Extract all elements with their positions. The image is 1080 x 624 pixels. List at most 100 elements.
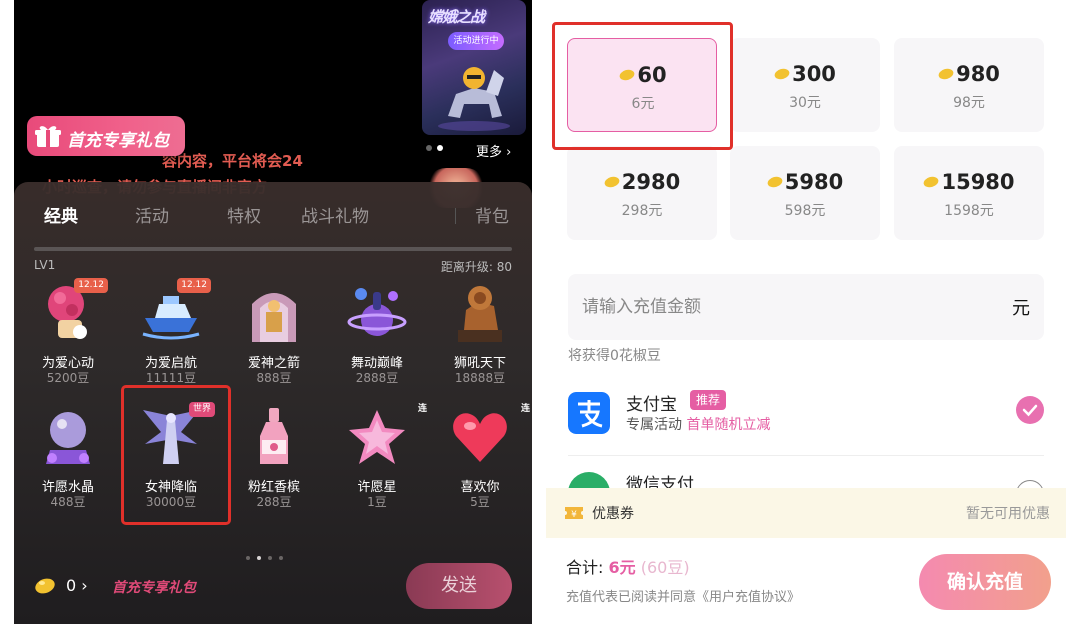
svg-text:¥: ¥ xyxy=(571,510,577,520)
custom-amount-box: 元 xyxy=(568,274,1044,340)
gift-item[interactable]: 连 喜欢你 5豆 xyxy=(430,404,530,536)
amount-price: 598元 xyxy=(784,203,826,219)
gift-price: 5200豆 xyxy=(46,371,90,385)
tab-privilege[interactable]: 特权 xyxy=(227,202,261,227)
gift-item[interactable]: 爱神之箭 888豆 xyxy=(224,282,324,412)
amount-option[interactable]: 5980 598元 xyxy=(730,146,880,240)
lion-statue-icon xyxy=(458,286,502,342)
coupon-row[interactable]: ¥ 优惠券 暂无可用优惠 xyxy=(546,488,1066,538)
ticket-icon: ¥ xyxy=(565,507,583,520)
earn-hint: 将获得0花椒豆 xyxy=(568,348,661,364)
bean-arrow: › xyxy=(81,576,88,595)
gift-item[interactable]: 许愿水晶 488豆 xyxy=(18,406,118,536)
gift-price: 1豆 xyxy=(367,495,387,509)
amount-price: 30元 xyxy=(789,95,821,111)
payment-promo: 专属活动 首单随机立减 xyxy=(626,414,770,434)
promo-title: 嫦娥之战 xyxy=(428,8,485,26)
selected-gift-highlight xyxy=(121,385,231,525)
carousel-row: 更多 › xyxy=(426,141,526,160)
confirm-recharge-button[interactable]: 确认充值 xyxy=(919,554,1051,610)
gift-badge: 连 xyxy=(520,404,530,414)
planet-dance-icon xyxy=(347,288,407,336)
amount-option[interactable]: 300 30元 xyxy=(730,38,880,132)
coin-icon xyxy=(604,176,620,188)
gift-price: 888豆 xyxy=(256,371,292,385)
page-dot xyxy=(246,556,250,560)
send-button[interactable]: 发送 xyxy=(406,563,512,609)
tab-divider xyxy=(455,208,456,224)
gift-badge: 12.12 xyxy=(74,278,108,293)
tab-backpack[interactable]: 背包 xyxy=(475,202,509,227)
cupid-arrow-icon xyxy=(252,293,296,342)
gift-tabs: 经典 活动 特权 战斗礼物 背包 xyxy=(14,202,532,230)
check-icon[interactable] xyxy=(1016,396,1044,424)
gift-price: 11111豆 xyxy=(145,371,197,385)
amount-beans: 5980 xyxy=(730,170,880,194)
carousel-dots xyxy=(426,145,443,151)
amount-beans-value: 15980 xyxy=(941,170,1015,194)
promo-prefix: 专属活动 xyxy=(626,417,682,433)
upgrade-distance: 距离升级: 80 xyxy=(440,260,512,274)
gift-badge: 连 xyxy=(417,404,427,414)
carousel-dot[interactable] xyxy=(426,145,432,151)
gift-item[interactable]: 12.12 为爱心动 5200豆 xyxy=(18,278,118,412)
coin-icon xyxy=(767,176,783,188)
amount-beans-value: 5980 xyxy=(784,170,844,194)
amount-price: 1598元 xyxy=(944,203,994,219)
selected-amount-highlight xyxy=(552,22,733,150)
amount-beans-value: 300 xyxy=(792,62,836,86)
promo-highlight: 首单随机立减 xyxy=(686,417,771,433)
amount-beans: 2980 xyxy=(567,170,717,194)
alipay-icon xyxy=(568,392,610,434)
gift-price: 5豆 xyxy=(470,495,490,509)
live-gift-screen: 嫦娥之战 活动进行中 更多 › 容内容，平台将会24 小时巡查，请勿参与直播间非… xyxy=(14,0,532,624)
total-beans: (60豆) xyxy=(640,558,690,577)
first-charge-banner[interactable]: 首充专享礼包 xyxy=(27,116,185,156)
amount-beans-value: 980 xyxy=(956,62,1000,86)
event-promo-card[interactable]: 嫦娥之战 活动进行中 xyxy=(422,0,526,135)
amount-beans: 980 xyxy=(894,62,1044,86)
tab-battle-gifts[interactable]: 战斗礼物 xyxy=(301,202,369,227)
amount-price: 298元 xyxy=(621,203,663,219)
coin-icon xyxy=(774,68,790,80)
gift-price: 288豆 xyxy=(256,495,292,509)
amount-option[interactable]: 980 98元 xyxy=(894,38,1044,132)
gift-item[interactable]: 狮吼天下 18888豆 xyxy=(430,282,530,412)
recommend-tag: 推荐 xyxy=(690,390,727,410)
tab-classic[interactable]: 经典 xyxy=(44,202,78,227)
gift-price: 18888豆 xyxy=(454,371,506,385)
level-progress-bar xyxy=(34,247,512,251)
mini-first-charge-link[interactable]: 首充专享礼包 xyxy=(112,577,196,597)
gift-item[interactable]: 粉红香槟 288豆 xyxy=(224,406,324,536)
crystal-ball-icon xyxy=(46,412,90,464)
coin-icon xyxy=(924,176,939,188)
amount-price: 98元 xyxy=(953,95,985,111)
gift-item[interactable]: 舞动巅峰 2888豆 xyxy=(327,282,427,412)
payment-alipay[interactable]: 支付宝 推荐 专属活动 首单随机立减 xyxy=(568,386,1044,442)
payment-name: 微信支付 xyxy=(626,475,694,488)
total-line: 合计: 6元 (60豆) xyxy=(566,554,690,578)
coupon-label: 优惠券 xyxy=(592,506,634,522)
coin-icon xyxy=(938,68,954,80)
custom-amount-input[interactable] xyxy=(582,294,982,320)
agreement-text[interactable]: 充值代表已阅读并同意《用户充值协议》 xyxy=(566,586,800,605)
amount-beans-value: 2980 xyxy=(621,170,681,194)
total-label: 合计: xyxy=(566,558,604,577)
gift-item[interactable]: 连 许愿星 1豆 xyxy=(327,404,427,536)
gift-box-icon xyxy=(35,126,61,147)
checkout-bar: 合计: 6元 (60豆) 充值代表已阅读并同意《用户充值协议》 确认充值 xyxy=(546,538,1080,624)
user-level: LV1 xyxy=(34,258,56,272)
carousel-dot[interactable] xyxy=(437,145,443,151)
payment-wechat[interactable]: 微信支付 xyxy=(568,466,1044,488)
wechat-pay-icon xyxy=(568,472,610,488)
payment-divider xyxy=(568,455,1044,456)
radio-unselected[interactable] xyxy=(1016,480,1044,488)
amount-option[interactable]: 2980 298元 xyxy=(567,146,717,240)
bean-icon xyxy=(35,578,55,594)
gift-price: 2888豆 xyxy=(355,371,399,385)
tab-activity[interactable]: 活动 xyxy=(135,202,169,227)
total-rmb: 6元 xyxy=(608,558,636,577)
amount-unit: 元 xyxy=(1012,298,1030,319)
more-link[interactable]: 更多 › xyxy=(476,141,511,160)
amount-option[interactable]: 15980 1598元 xyxy=(894,146,1044,240)
